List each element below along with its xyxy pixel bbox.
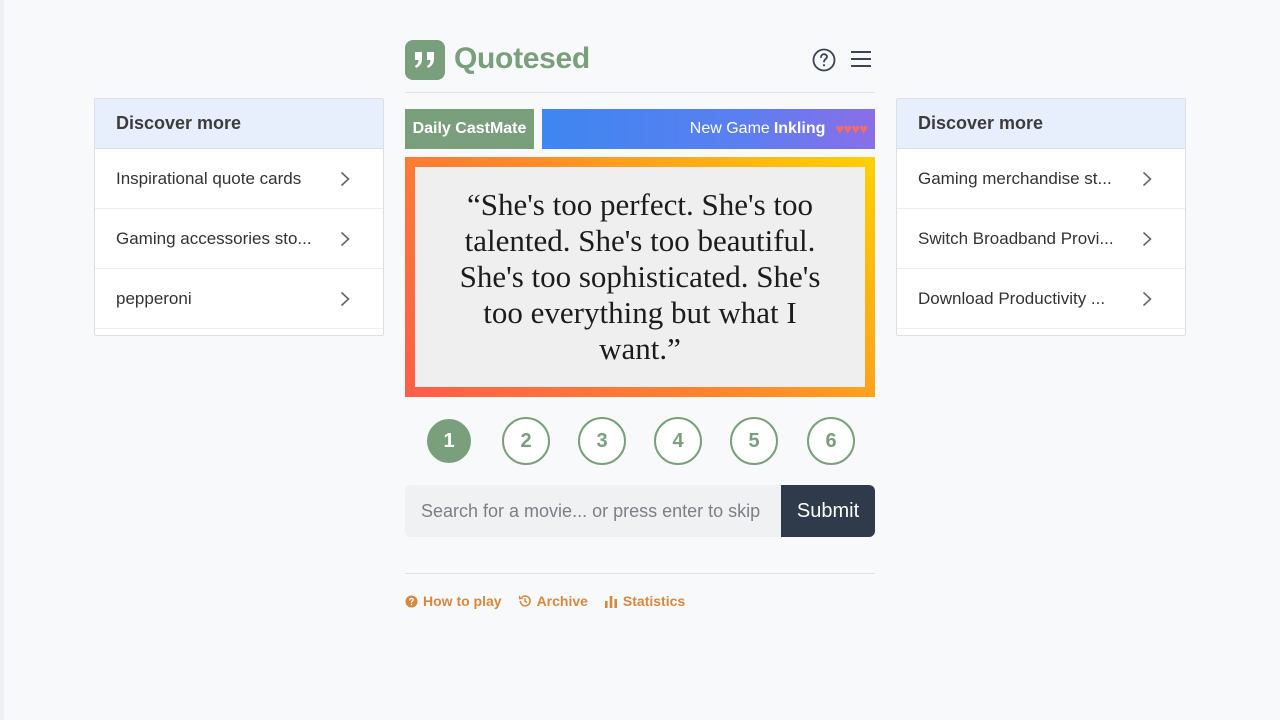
- panel-heading: Discover more: [897, 99, 1185, 149]
- discover-item[interactable]: Switch Broadband Provi...: [897, 209, 1185, 269]
- movie-search-form: Submit: [405, 485, 875, 537]
- page-edge: [0, 0, 4, 720]
- movie-search-input[interactable]: [405, 485, 781, 537]
- hamburger-menu-icon[interactable]: [850, 49, 872, 69]
- daily-castmate-button[interactable]: Daily CastMate: [405, 109, 534, 149]
- chevron-right-icon: [1142, 231, 1152, 246]
- step-button-6[interactable]: 6: [807, 417, 855, 465]
- app-header: Quotesed: [405, 40, 875, 93]
- step-button-3[interactable]: 3: [578, 417, 626, 465]
- discover-item[interactable]: Download Productivity ...: [897, 269, 1185, 329]
- quote-text: “She's too perfect. She's too talented. …: [415, 167, 865, 387]
- discover-item-label: Gaming merchandise st...: [918, 168, 1112, 188]
- statistics-link[interactable]: Statistics: [604, 593, 685, 609]
- discover-more-panel-right: Discover more Gaming merchandise st... S…: [896, 98, 1186, 336]
- discover-item-label: Switch Broadband Provi...: [918, 228, 1114, 248]
- statistics-label: Statistics: [622, 593, 686, 609]
- discover-item-label: pepperoni: [116, 288, 192, 308]
- chevron-right-icon: [340, 171, 350, 186]
- step-button-1[interactable]: 1: [427, 419, 471, 463]
- chevron-right-icon: [340, 291, 350, 306]
- how-to-play-link[interactable]: How to play: [405, 593, 502, 609]
- chevron-right-icon: [1142, 291, 1152, 306]
- submit-button[interactable]: Submit: [781, 485, 875, 537]
- bar-chart-icon: [604, 595, 617, 608]
- discover-item-label: Gaming accessories sto...: [116, 228, 312, 248]
- discover-item-label: Inspirational quote cards: [116, 168, 302, 188]
- quote-marks-icon: [415, 52, 434, 68]
- quote-marks-logo-icon: [405, 40, 445, 80]
- chevron-right-icon: [340, 231, 350, 246]
- new-game-name: Inkling: [773, 120, 826, 137]
- new-game-banner[interactable]: New Game Inkling ♥♥♥♥: [542, 109, 875, 149]
- hearts-icon: ♥♥♥♥: [835, 120, 868, 138]
- discover-item[interactable]: pepperoni: [95, 269, 383, 329]
- discover-item-label: Download Productivity ...: [918, 288, 1106, 308]
- step-button-4[interactable]: 4: [654, 417, 702, 465]
- discover-item[interactable]: Gaming merchandise st...: [897, 149, 1185, 209]
- chevron-right-icon: [1142, 171, 1152, 186]
- quote-card: “She's too perfect. She's too talented. …: [405, 157, 875, 397]
- discover-item[interactable]: Inspirational quote cards: [95, 149, 383, 209]
- app-title: Quotesed: [454, 42, 590, 75]
- step-button-2[interactable]: 2: [502, 417, 550, 465]
- footer-links: How to play Archive Statistics: [405, 592, 701, 610]
- archive-link[interactable]: Archive: [518, 593, 588, 609]
- panel-heading: Discover more: [95, 99, 383, 149]
- history-icon: [518, 595, 531, 607]
- discover-more-panel-left: Discover more Inspirational quote cards …: [94, 98, 384, 336]
- help-circle-icon[interactable]: [812, 48, 836, 72]
- discover-item[interactable]: Gaming accessories sto...: [95, 209, 383, 269]
- new-game-prefix: New Game: [689, 120, 770, 137]
- guess-step-indicator: 1 2 3 4 5 6: [405, 417, 875, 465]
- how-to-play-label: How to play: [423, 593, 502, 609]
- footer-divider: [405, 573, 875, 574]
- step-button-5[interactable]: 5: [730, 417, 778, 465]
- archive-label: Archive: [536, 593, 588, 609]
- help-circle-icon: [405, 594, 418, 608]
